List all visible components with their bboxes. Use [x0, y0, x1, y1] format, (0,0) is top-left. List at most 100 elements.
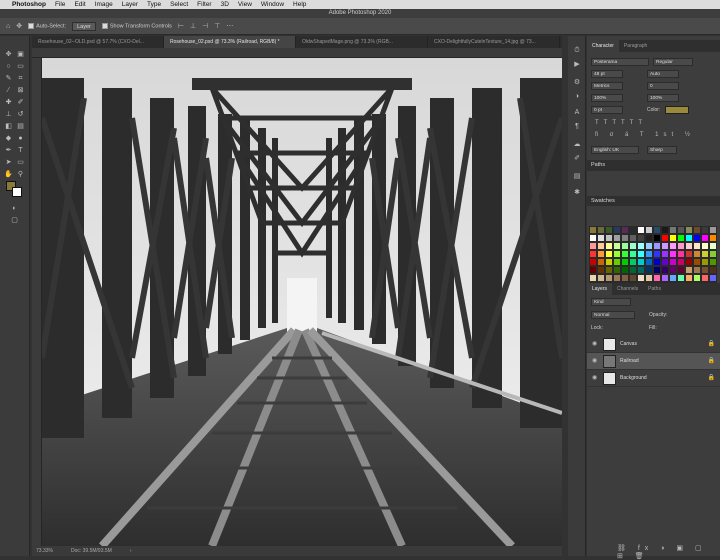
swatch[interactable]: [685, 234, 693, 242]
swatch[interactable]: [653, 266, 661, 274]
menu-file[interactable]: File: [55, 1, 65, 8]
swatch[interactable]: [629, 266, 637, 274]
eraser-tool-icon[interactable]: ◧: [4, 122, 13, 131]
swatch[interactable]: [669, 274, 677, 282]
swatch[interactable]: [629, 274, 637, 282]
properties-panel-icon[interactable]: ⚙: [572, 78, 582, 88]
zoom-tool-icon[interactable]: ⚲: [16, 170, 25, 179]
swatch[interactable]: [621, 274, 629, 282]
swatch[interactable]: [605, 266, 613, 274]
tab-channels[interactable]: Channels: [612, 283, 643, 295]
swatch[interactable]: [701, 242, 709, 250]
swatch[interactable]: [669, 266, 677, 274]
path-select-icon[interactable]: ➤: [4, 158, 13, 167]
swatch[interactable]: [693, 242, 701, 250]
type-style-buttons[interactable]: TTTTTT: [595, 120, 705, 130]
swatch[interactable]: [629, 242, 637, 250]
type-tool-icon[interactable]: T: [16, 146, 25, 155]
anti-alias-select[interactable]: Sharp: [647, 146, 677, 154]
tab-document[interactable]: Rosehouse_02--OLD.psd @ 57.7% (CXO-Del..…: [32, 36, 164, 48]
layer-row[interactable]: ◉ Background 🔒: [587, 370, 720, 387]
swatch[interactable]: [677, 250, 685, 258]
move-tool-icon[interactable]: ✥: [16, 22, 22, 30]
font-style-select[interactable]: Regular: [653, 58, 693, 66]
swatch[interactable]: [677, 274, 685, 282]
libraries-panel-icon[interactable]: ☁: [572, 140, 582, 150]
swatch[interactable]: [637, 274, 645, 282]
swatch[interactable]: [597, 226, 605, 234]
swatch[interactable]: [701, 266, 709, 274]
swatch[interactable]: [661, 234, 669, 242]
swatch[interactable]: [701, 250, 709, 258]
marquee-tool-icon[interactable]: ▭: [16, 62, 25, 71]
swatch[interactable]: [685, 258, 693, 266]
swatch[interactable]: [653, 250, 661, 258]
screen-mode-icon[interactable]: ▢: [10, 216, 19, 225]
paragraph-panel-icon[interactable]: ¶: [572, 122, 582, 132]
adjustments-panel-icon[interactable]: ◑: [572, 92, 582, 102]
visibility-eye-icon[interactable]: ◉: [592, 374, 597, 381]
swatch[interactable]: [637, 266, 645, 274]
swatch[interactable]: [637, 258, 645, 266]
shape-tool-icon[interactable]: ▭: [16, 158, 25, 167]
swatch[interactable]: [693, 226, 701, 234]
swatch[interactable]: [701, 274, 709, 282]
auto-select-checkbox[interactable]: Auto-Select:: [28, 22, 66, 29]
layer-row-selected[interactable]: ◉ Railroad 🔒: [587, 353, 720, 370]
swatch[interactable]: [677, 258, 685, 266]
swatch[interactable]: [597, 266, 605, 274]
home-icon[interactable]: ⌂: [6, 23, 10, 30]
swatch[interactable]: [621, 234, 629, 242]
history-brush-icon[interactable]: ↺: [16, 110, 25, 119]
align-top-icon[interactable]: ⊤: [214, 22, 220, 30]
swatch[interactable]: [653, 234, 661, 242]
swatch[interactable]: [669, 226, 677, 234]
swatch[interactable]: [645, 226, 653, 234]
swatch[interactable]: [597, 242, 605, 250]
brushes-panel-icon[interactable]: ✐: [572, 154, 582, 164]
swatch[interactable]: [685, 226, 693, 234]
swatch[interactable]: [597, 234, 605, 242]
swatch[interactable]: [629, 258, 637, 266]
swatch[interactable]: [701, 234, 709, 242]
swatch[interactable]: [605, 226, 613, 234]
font-family-select[interactable]: Posterama: [591, 58, 649, 66]
menu-edit[interactable]: Edit: [74, 1, 85, 8]
swatch[interactable]: [693, 258, 701, 266]
swatch[interactable]: [589, 274, 597, 282]
swatch[interactable]: [709, 250, 717, 258]
swatch[interactable]: [709, 258, 717, 266]
swatch[interactable]: [597, 258, 605, 266]
opentype-buttons[interactable]: ﬁ σ ä T 1st ½: [595, 132, 705, 142]
swatch[interactable]: [597, 274, 605, 282]
text-color-swatch[interactable]: [665, 106, 689, 114]
frame-tool-icon[interactable]: ⊠: [16, 86, 25, 95]
tab-paragraph[interactable]: Paragraph: [619, 40, 652, 52]
pen-tool-icon[interactable]: ✒: [4, 146, 13, 155]
language-select[interactable]: English: UK: [591, 146, 639, 154]
menu-filter[interactable]: Filter: [197, 1, 211, 8]
swatches-panel-header[interactable]: Swatches: [587, 196, 720, 206]
swatch[interactable]: [677, 266, 685, 274]
baseline-shift-field[interactable]: 0 pt: [591, 106, 623, 114]
horizontal-scale-field[interactable]: 100%: [647, 94, 679, 102]
swatch[interactable]: [605, 242, 613, 250]
swatches-grid[interactable]: [589, 226, 717, 290]
swatch[interactable]: [693, 274, 701, 282]
menu-layer[interactable]: Layer: [122, 1, 138, 8]
tab-layers[interactable]: Layers: [587, 283, 613, 295]
swatch[interactable]: [653, 226, 661, 234]
menu-3d[interactable]: 3D: [221, 1, 229, 8]
swatch[interactable]: [661, 274, 669, 282]
background-color-swatch[interactable]: [12, 187, 22, 197]
swatch[interactable]: [693, 234, 701, 242]
actions-panel-icon[interactable]: ▶: [572, 60, 582, 70]
align-right-icon[interactable]: ⊣: [202, 22, 208, 30]
swatch[interactable]: [661, 242, 669, 250]
swatch[interactable]: [589, 242, 597, 250]
swatch[interactable]: [693, 250, 701, 258]
zoom-level[interactable]: 73.33%: [36, 548, 53, 554]
font-size-field[interactable]: 48 pt: [591, 70, 623, 78]
hand-tool-icon[interactable]: ✋: [4, 170, 13, 179]
swatch[interactable]: [645, 234, 653, 242]
